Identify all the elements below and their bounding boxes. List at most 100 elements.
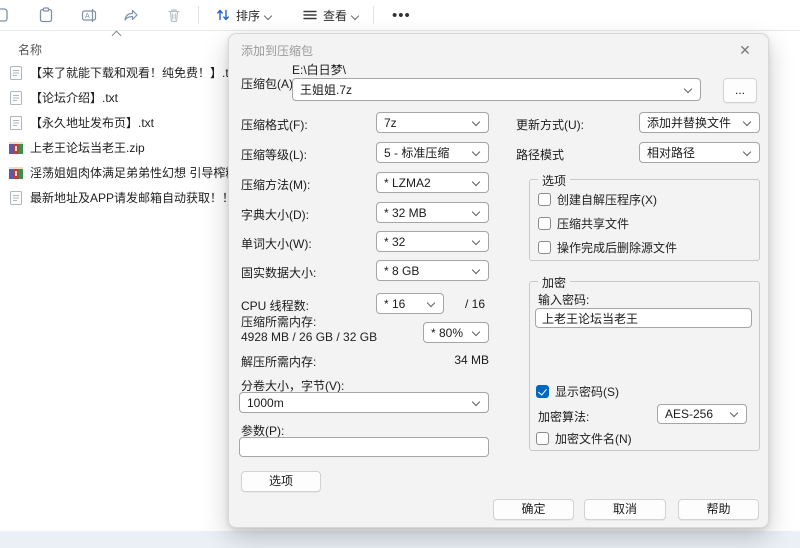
chevron-down-icon	[428, 300, 436, 308]
name-column-header[interactable]: 名称	[18, 41, 42, 58]
list-item[interactable]: 【永久地址发布页】.txt	[0, 110, 232, 135]
text-file-icon	[8, 90, 24, 106]
browse-button[interactable]: ...	[723, 78, 757, 103]
encryption-group: 加密 输入密码: 显示密码(S) 加密算法: AES-256 加密文件名(N)	[529, 274, 760, 451]
chevron-down-icon	[731, 410, 739, 418]
dialog-title: 添加到压缩包	[241, 44, 314, 58]
list-item[interactable]: 最新地址及APP请发邮箱自动获取！！！....	[0, 185, 232, 210]
volume-size-combobox[interactable]: 1000m	[239, 392, 489, 413]
chevron-down-icon	[473, 179, 481, 187]
method-value: * LZMA2	[384, 175, 431, 190]
file-name: 最新地址及APP请发邮箱自动获取！！！....	[30, 191, 232, 205]
checkbox-unchecked-icon	[538, 241, 551, 254]
list-item[interactable]: 【论坛介绍】.txt	[0, 85, 232, 110]
paste-icon[interactable]	[38, 7, 54, 23]
sort-ascending-icon	[112, 30, 122, 38]
chevron-down-icon	[473, 149, 481, 157]
archive-path: E:\白日梦\	[292, 63, 347, 77]
archive-file-icon	[8, 165, 24, 181]
chevron-down-icon	[744, 119, 752, 127]
file-name: 上老王论坛当老王.zip	[30, 141, 145, 155]
password-input[interactable]	[535, 308, 752, 328]
format-label: 压缩格式(F):	[241, 118, 308, 132]
toolbar-separator	[198, 6, 199, 24]
delete-icon[interactable]	[166, 7, 182, 23]
dictionary-label: 字典大小(D):	[241, 208, 309, 222]
add-to-archive-dialog: 添加到压缩包 ✕ 压缩包(A) E:\白日梦\ 王姐姐.7z ... 压缩格式(…	[228, 33, 769, 528]
delete-after-label: 操作完成后删除源文件	[557, 241, 678, 255]
explorer-toolbar: A 排序 查看 •••	[0, 0, 800, 31]
options-button[interactable]: 选项	[241, 471, 321, 492]
solid-block-value: * 8 GB	[384, 263, 420, 278]
list-item[interactable]: 淫荡姐姐肉体满足弟弟性幻想 引导榨精...	[0, 160, 232, 185]
cpu-threads-label: CPU 线程数:	[241, 299, 310, 313]
archive-name-combobox[interactable]: 王姐姐.7z	[292, 78, 701, 101]
create-sfx-label: 创建自解压程序(X)	[557, 193, 657, 207]
text-file-icon	[8, 190, 24, 206]
dictionary-value: * 32 MB	[384, 205, 427, 220]
text-file-icon	[8, 65, 24, 81]
parameters-input[interactable]	[239, 437, 489, 457]
memory-percent-value: * 80%	[431, 325, 464, 340]
show-password-label: 显示密码(S)	[555, 385, 619, 399]
enter-password-label: 输入密码:	[538, 293, 590, 307]
chevron-down-icon	[685, 86, 693, 94]
sort-button[interactable]: 排序	[207, 0, 280, 30]
view-label: 查看	[323, 8, 348, 23]
word-size-label: 单词大小(W):	[241, 237, 312, 251]
close-icon[interactable]: ✕	[734, 40, 756, 60]
level-combobox[interactable]: 5 - 标准压缩	[376, 142, 489, 163]
file-name: 【论坛介绍】.txt	[30, 91, 119, 105]
decompress-memory-label: 解压所需内存:	[241, 355, 317, 369]
list-item[interactable]: 【来了就能下载和观看！纯免费！】.txt	[0, 60, 232, 85]
encryption-method-combobox[interactable]: AES-256	[657, 404, 747, 424]
archive-name-value: 王姐姐.7z	[300, 83, 353, 97]
file-list: 【来了就能下载和观看！纯免费！】.txt 【论坛介绍】.txt 【永久地址发布页…	[0, 60, 232, 210]
path-mode-combobox[interactable]: 相对路径	[639, 142, 760, 163]
encryption-method-label: 加密算法:	[538, 410, 590, 424]
solid-block-combobox[interactable]: * 8 GB	[376, 260, 489, 281]
update-mode-combobox[interactable]: 添加并替换文件	[639, 112, 760, 133]
svg-text:A: A	[85, 13, 90, 20]
file-name: 淫荡姐姐肉体满足弟弟性幻想 引导榨精...	[30, 166, 232, 180]
share-icon[interactable]	[123, 7, 139, 23]
level-value: 5 - 标准压缩	[384, 146, 450, 160]
ok-button[interactable]: 确定	[493, 499, 574, 520]
decompress-memory-value: 34 MB	[454, 353, 489, 367]
text-file-icon	[8, 115, 24, 131]
path-mode-label: 路径模式	[516, 148, 565, 162]
format-combobox[interactable]: 7z	[376, 112, 489, 133]
level-label: 压缩等级(L):	[241, 148, 308, 162]
encrypt-filenames-label: 加密文件名(N)	[555, 432, 632, 446]
more-options-button[interactable]: •••	[382, 7, 421, 24]
create-sfx-checkbox[interactable]: 创建自解压程序(X)	[538, 191, 657, 208]
list-item[interactable]: 上老王论坛当老王.zip	[0, 135, 232, 160]
cpu-threads-combobox[interactable]: * 16	[376, 293, 444, 314]
help-button[interactable]: 帮助	[678, 499, 759, 520]
method-combobox[interactable]: * LZMA2	[376, 172, 489, 193]
show-password-checkbox[interactable]: 显示密码(S)	[536, 383, 619, 400]
path-mode-value: 相对路径	[647, 146, 696, 160]
method-label: 压缩方法(M):	[241, 178, 311, 192]
window-bottom-strip	[0, 531, 800, 548]
solid-block-label: 固实数据大小:	[241, 266, 317, 280]
memory-percent-combobox[interactable]: * 80%	[423, 322, 489, 343]
rename-icon[interactable]: A	[81, 7, 97, 23]
options-group-title: 选项	[538, 172, 571, 189]
view-button[interactable]: 查看	[294, 0, 367, 30]
compress-memory-detail: 4928 MB / 26 GB / 32 GB	[241, 330, 378, 344]
file-name: 【来了就能下载和观看！纯免费！】.txt	[30, 66, 232, 80]
copy-icon[interactable]	[0, 7, 9, 23]
archive-file-icon	[8, 140, 24, 156]
dictionary-combobox[interactable]: * 32 MB	[376, 202, 489, 223]
chevron-down-icon	[744, 149, 752, 157]
compress-shared-checkbox[interactable]: 压缩共享文件	[538, 215, 629, 232]
word-size-combobox[interactable]: * 32	[376, 231, 489, 252]
encrypt-filenames-checkbox[interactable]: 加密文件名(N)	[536, 430, 632, 447]
delete-after-checkbox[interactable]: 操作完成后删除源文件	[538, 239, 677, 256]
options-group: 选项 创建自解压程序(X) 压缩共享文件 操作完成后删除源文件	[529, 172, 760, 261]
compress-memory-label: 压缩所需内存:	[241, 315, 317, 329]
chevron-down-icon	[473, 267, 481, 275]
sort-label: 排序	[236, 8, 261, 23]
cancel-button[interactable]: 取消	[584, 499, 666, 520]
